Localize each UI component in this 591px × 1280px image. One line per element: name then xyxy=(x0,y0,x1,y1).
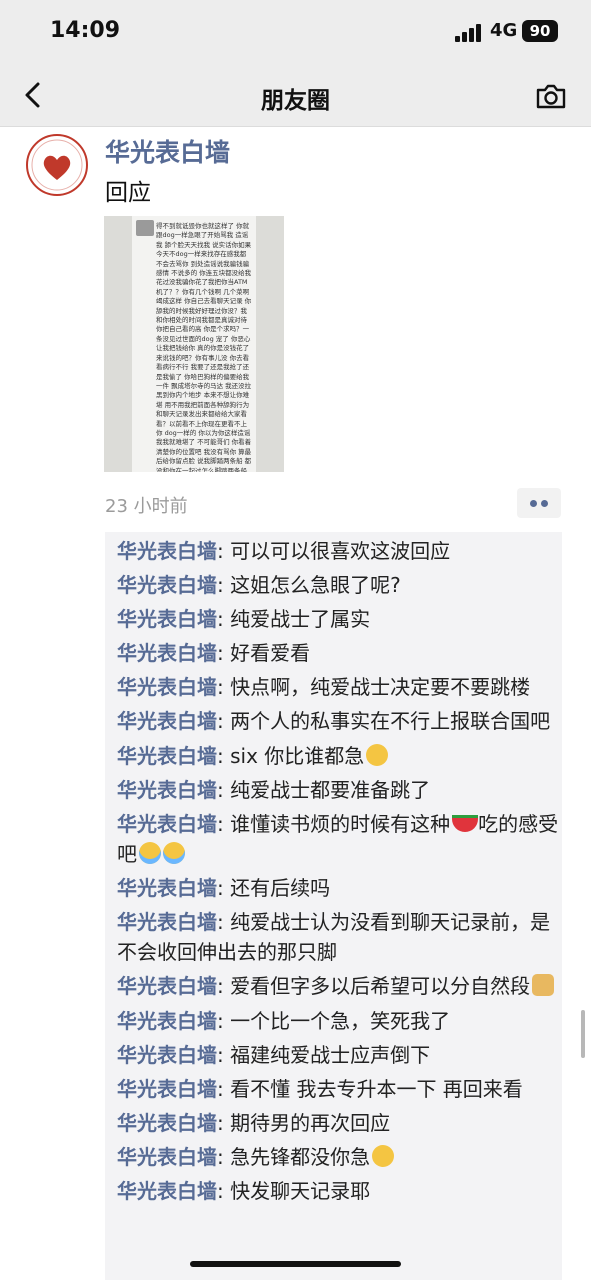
comment-text: : six 你比谁都急 xyxy=(217,743,365,768)
comment-text: : 急先锋都没你急 xyxy=(217,1144,371,1169)
comment-author[interactable]: 华光表白墙 xyxy=(117,641,217,665)
comment-text: : 纯爱战士了属实 xyxy=(217,607,371,632)
comment-text: : 两个人的私事实在不行上报联合国吧 xyxy=(217,709,551,734)
comment-author[interactable]: 华光表白墙 xyxy=(117,1145,217,1169)
camera-icon[interactable] xyxy=(535,82,567,110)
comment-text: : 福建纯爱战士应声倒下 xyxy=(217,1042,431,1067)
comment-item[interactable]: 华光表白墙: 福建纯爱战士应声倒下 xyxy=(117,1040,559,1070)
comment-item[interactable]: 华光表白墙: 纯爱战士认为没看到聊天记录前，是不会收回伸出去的那只脚 xyxy=(117,907,559,967)
post-image[interactable]: 得不到就诋毁你也就这样了 你就跟dog一样急眼了开始骂我 造谣我 舔个脸天天找我… xyxy=(104,216,284,472)
post-time: 23 小时前 xyxy=(105,496,188,517)
comment-item[interactable]: 华光表白墙: six 你比谁都急 xyxy=(117,741,559,771)
home-indicator[interactable] xyxy=(190,1261,401,1267)
comment-item[interactable]: 华光表白墙: 可以可以很喜欢这波回应 xyxy=(117,536,559,566)
comment-text: : 快发聊天记录耶 xyxy=(217,1179,371,1203)
comment-author[interactable]: 华光表白墙 xyxy=(117,1077,217,1101)
watermelon-emoji xyxy=(452,814,479,832)
post-text: 回应 xyxy=(105,180,151,206)
comment-text: : 谁懂读书烦的时候有这种 xyxy=(217,811,451,836)
avatar[interactable] xyxy=(26,134,88,196)
comment-author[interactable]: 华光表白墙 xyxy=(117,974,217,998)
comment-item[interactable]: 华光表白墙: 期待男的再次回应 xyxy=(117,1108,559,1138)
comment-text: : 一个比一个急，笑死我了 xyxy=(217,1008,451,1033)
signal-icon xyxy=(455,24,481,42)
comment-author[interactable]: 华光表白墙 xyxy=(117,675,217,699)
comment-author[interactable]: 华光表白墙 xyxy=(117,910,217,934)
comment-author[interactable]: 华光表白墙 xyxy=(117,778,217,802)
comment-item[interactable]: 华光表白墙: 谁懂读书烦的时候有这种 吃的感受吧 xyxy=(117,809,559,869)
comment-text: : 好看爱看 xyxy=(217,641,311,666)
status-time: 14:09 xyxy=(50,18,121,43)
comment-item[interactable]: 华光表白墙: 快点啊，纯爱战士决定要不要跳楼 xyxy=(117,672,559,702)
comment-author[interactable]: 华光表白墙 xyxy=(117,539,217,563)
comment-author[interactable]: 华光表白墙 xyxy=(117,709,217,733)
comment-author[interactable]: 华光表白墙 xyxy=(117,876,217,900)
network-label: 4G xyxy=(490,20,518,41)
heart-logo-icon xyxy=(31,139,83,191)
comment-item[interactable]: 华光表白墙: 纯爱战士了属实 xyxy=(117,604,559,634)
battery-icon: 90 xyxy=(522,20,558,42)
sweat-666-emoji xyxy=(366,743,389,766)
comment-author[interactable]: 华光表白墙 xyxy=(117,812,217,836)
nav-bar: 朋友圈 xyxy=(0,64,591,127)
comment-text: : 快点啊，纯爱战士决定要不要跳楼 xyxy=(217,675,531,700)
doge-emoji xyxy=(532,974,555,997)
comment-item[interactable]: 华光表白墙: 纯爱战士都要准备跳了 xyxy=(117,775,559,805)
poster-name[interactable]: 华光表白墙 xyxy=(105,133,230,169)
comment-item[interactable]: 华光表白墙: 好看爱看 xyxy=(117,638,559,668)
comment-author[interactable]: 华光表白墙 xyxy=(117,744,217,768)
chat-screenshot: 得不到就诋毁你也就这样了 你就跟dog一样急眼了开始骂我 造谣我 舔个脸天天找我… xyxy=(132,216,256,472)
comments-section: 华光表白墙: 可以可以很喜欢这波回应 华光表白墙: 这姐怎么急眼了呢? 华光表白墙:… xyxy=(105,532,562,1280)
comment-text: : 这姐怎么急眼了呢? xyxy=(217,573,401,598)
comment-item[interactable]: 华光表白墙: 快发聊天记录耶 xyxy=(117,1176,559,1206)
comment-author[interactable]: 华光表白墙 xyxy=(117,1111,217,1135)
crying-emoji xyxy=(163,841,185,864)
comment-author[interactable]: 华光表白墙 xyxy=(117,1179,217,1203)
comment-text: : 还有后续吗 xyxy=(217,876,331,901)
chat-avatar-icon xyxy=(136,220,154,236)
comment-text: : 可以可以很喜欢这波回应 xyxy=(217,539,451,563)
comment-item[interactable]: 华光表白墙: 爱看但字多以后希望可以分自然段 xyxy=(117,971,559,1001)
comment-author[interactable]: 华光表白墙 xyxy=(117,607,217,631)
comment-item[interactable]: 华光表白墙: 两个人的私事实在不行上报联合国吧 xyxy=(117,706,559,736)
status-bar: 14:09 4G 90 xyxy=(0,0,591,64)
comment-author[interactable]: 华光表白墙 xyxy=(117,1043,217,1067)
chat-screenshot-text: 得不到就诋毁你也就这样了 你就跟dog一样急眼了开始骂我 造谣我 舔个脸天天找我… xyxy=(156,222,252,472)
comment-author[interactable]: 华光表白墙 xyxy=(117,573,217,597)
comment-author[interactable]: 华光表白墙 xyxy=(117,1009,217,1033)
comment-text: : 纯爱战士都要准备跳了 xyxy=(217,777,431,802)
rofl-emoji xyxy=(372,1144,395,1167)
comments-list: 华光表白墙: 可以可以很喜欢这波回应 华光表白墙: 这姐怎么急眼了呢? 华光表白墙:… xyxy=(117,536,559,1210)
comment-text: : 爱看但字多以后希望可以分自然段 xyxy=(217,974,531,999)
scrollbar[interactable] xyxy=(581,1010,585,1058)
page-title: 朋友圈 xyxy=(261,88,330,114)
dot-icon xyxy=(541,500,548,507)
comment-text: : 期待男的再次回应 xyxy=(217,1110,391,1135)
comment-item[interactable]: 华光表白墙: 急先锋都没你急 xyxy=(117,1142,559,1172)
comment-item[interactable]: 华光表白墙: 看不懂 我去专升本一下 再回来看 xyxy=(117,1074,559,1104)
crying-emoji xyxy=(139,841,161,864)
dot-icon xyxy=(530,500,537,507)
comment-item[interactable]: 华光表白墙: 这姐怎么急眼了呢? xyxy=(117,570,559,600)
more-actions-button[interactable] xyxy=(517,488,561,518)
comment-item[interactable]: 华光表白墙: 还有后续吗 xyxy=(117,873,559,903)
comment-item[interactable]: 华光表白墙: 一个比一个急，笑死我了 xyxy=(117,1006,559,1036)
comment-text: : 看不懂 我去专升本一下 再回来看 xyxy=(217,1076,523,1101)
